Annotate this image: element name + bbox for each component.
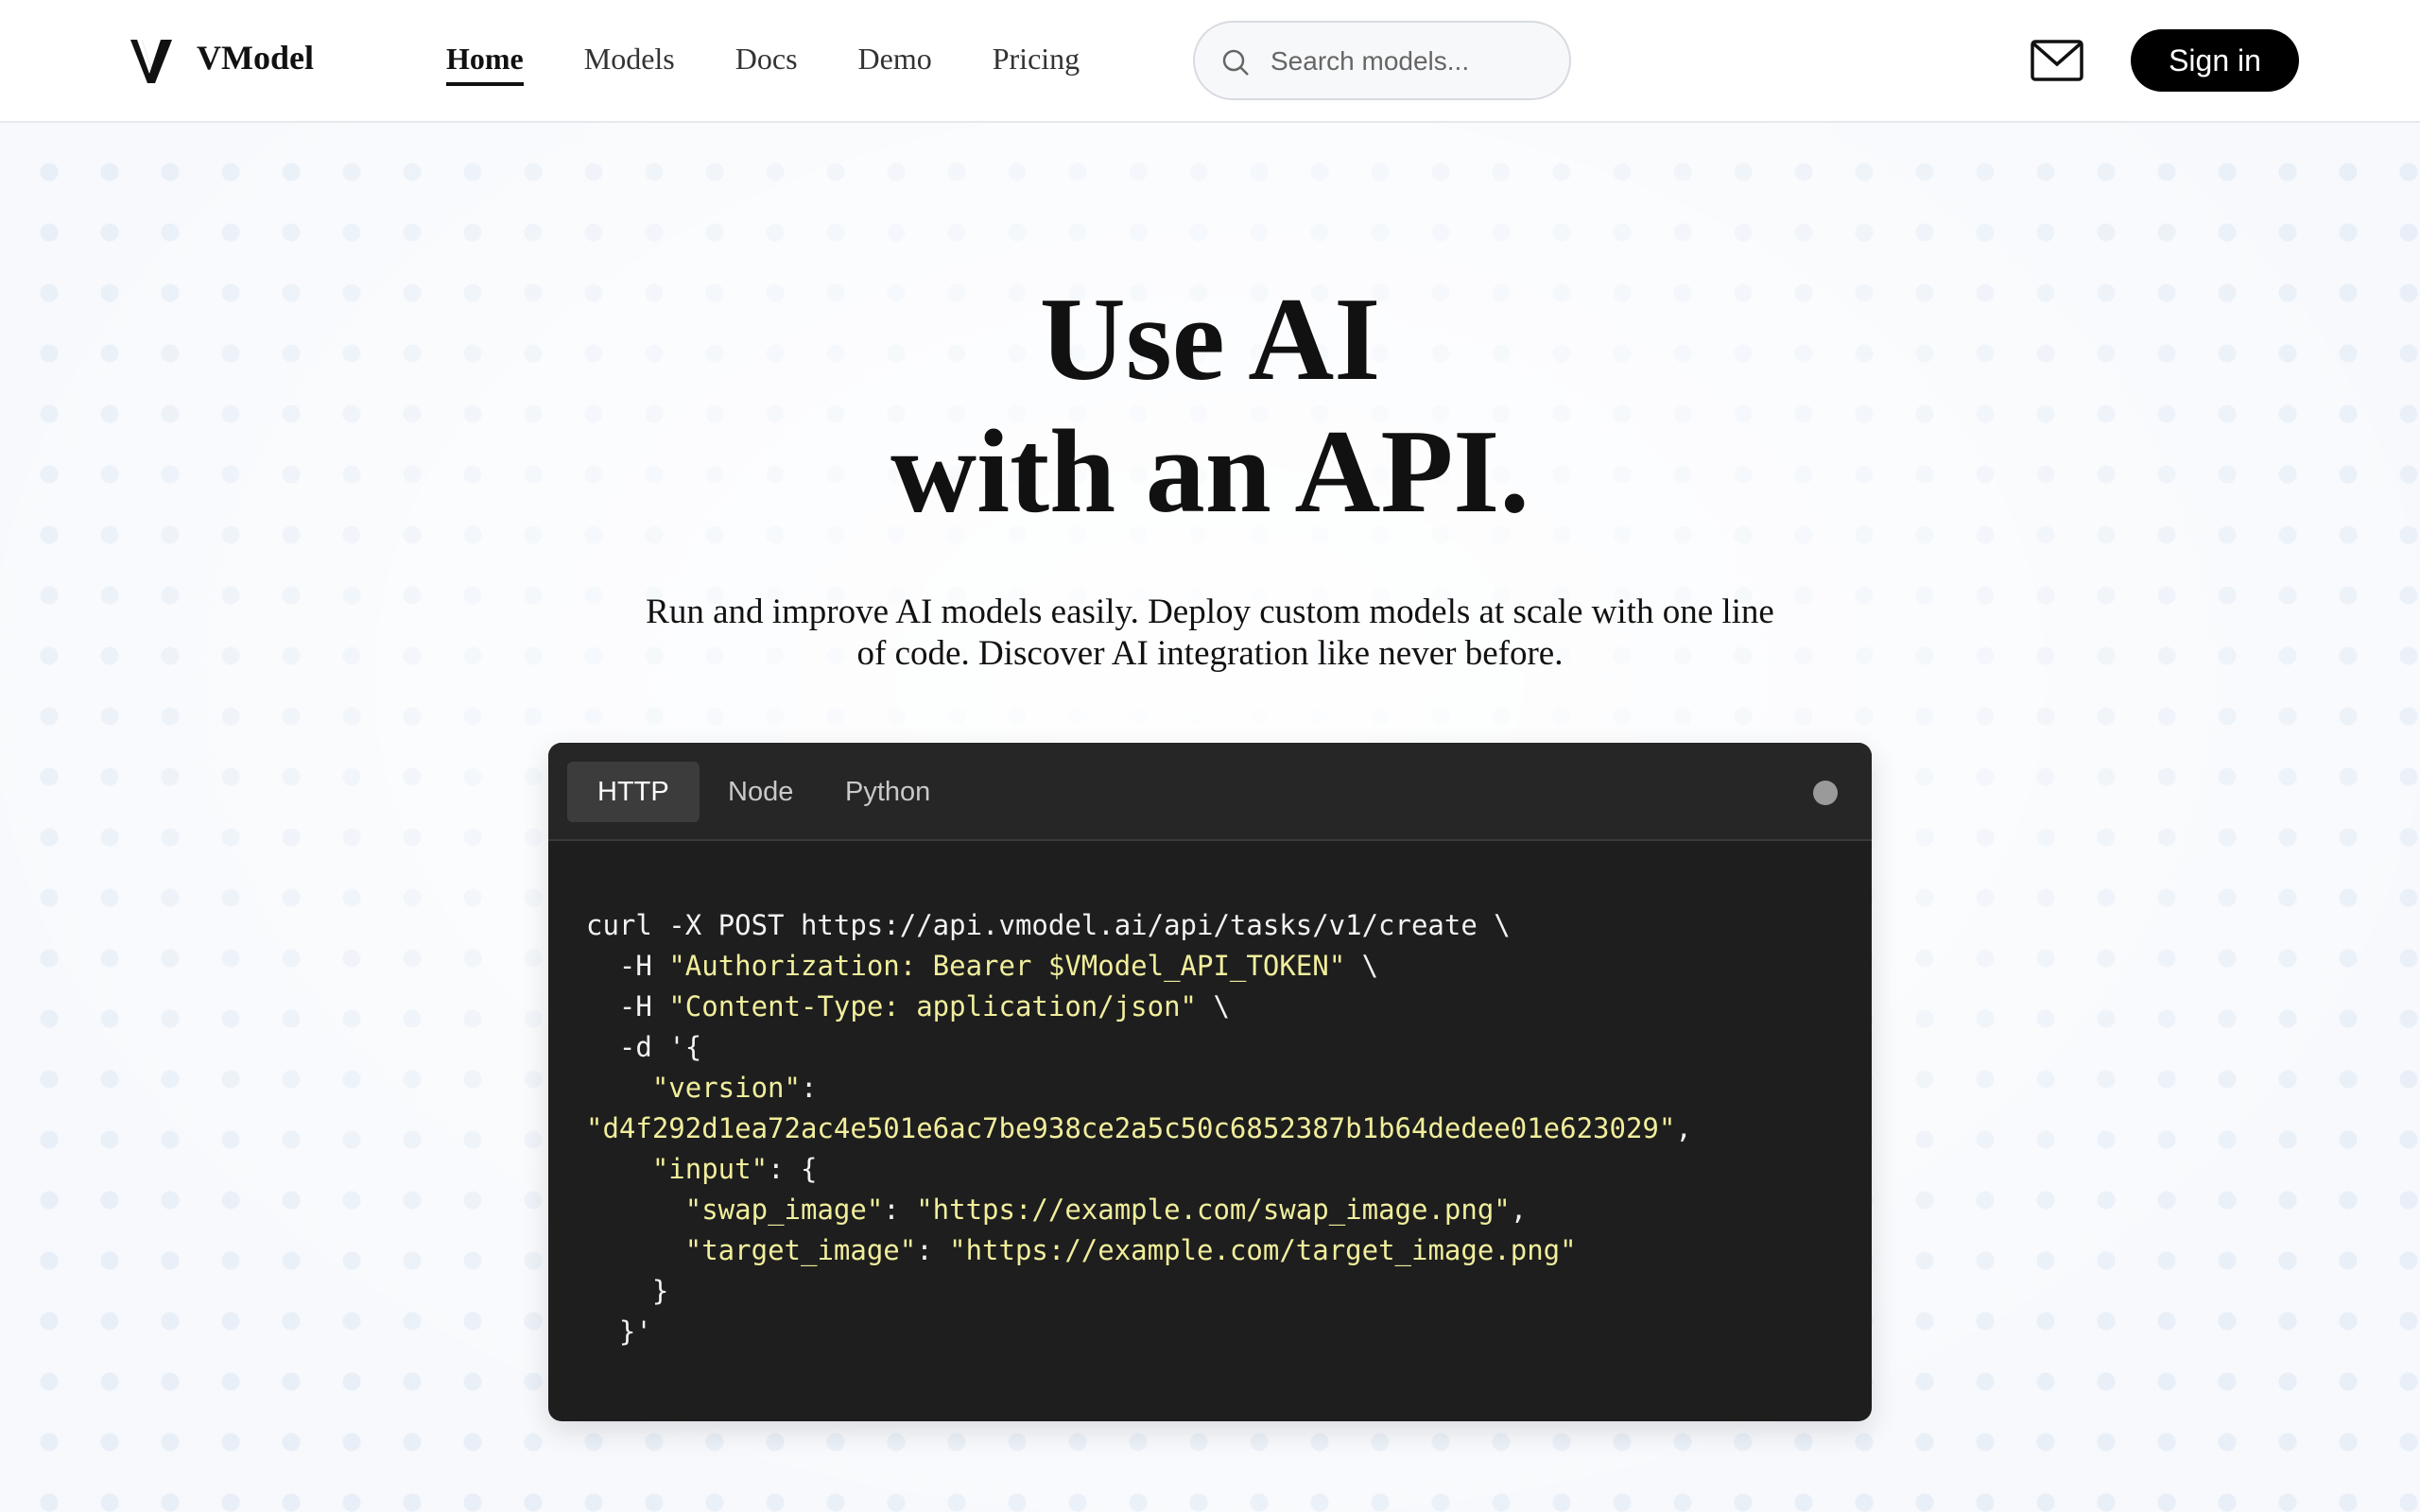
tab-node[interactable]: Node xyxy=(698,762,823,822)
sign-in-button[interactable]: Sign in xyxy=(2131,29,2299,92)
hero-section: Use AI with an API. Run and improve AI m… xyxy=(0,274,2420,675)
code-tabs: HTTP Node Python xyxy=(548,743,1872,841)
main-nav: Home Models Docs Demo Pricing xyxy=(446,42,1140,86)
code-line: -H "Authorization: Bearer $VModel_API_TO… xyxy=(586,950,1379,982)
hero-title: Use AI with an API. xyxy=(0,274,2420,539)
brand-name[interactable]: VModel xyxy=(197,38,314,77)
code-line: "swap_image": "https://example.com/swap_… xyxy=(684,1194,1528,1226)
code-line: "input": { xyxy=(651,1153,818,1185)
code-line: }' xyxy=(586,1315,652,1348)
code-line: -d '{ xyxy=(586,1031,702,1063)
code-line: } xyxy=(586,1275,669,1307)
tab-python[interactable]: Python xyxy=(815,762,960,822)
nav-home[interactable]: Home xyxy=(446,42,524,86)
code-line: "d4f292d1ea72ac4e501e6ac7be938ce2a5c50c6… xyxy=(586,1112,1692,1144)
tab-http[interactable]: HTTP xyxy=(567,762,700,822)
code-line: "version": xyxy=(651,1072,818,1104)
search-input[interactable] xyxy=(1270,38,1554,85)
code-line: curl -X POST https://api.vmodel.ai/api/t… xyxy=(586,909,1511,941)
code-line: "target_image": "https://example.com/tar… xyxy=(684,1234,1577,1266)
top-navbar: VModel Home Models Docs Demo Pricing Sig… xyxy=(0,0,2420,123)
nav-docs[interactable]: Docs xyxy=(735,42,798,86)
code-block: curl -X POST https://api.vmodel.ai/api/t… xyxy=(586,905,1692,1352)
status-dot-icon xyxy=(1813,781,1838,805)
code-line: -H "Content-Type: application/json" \ xyxy=(586,990,1230,1022)
hero-subtitle: Run and improve AI models easily. Deploy… xyxy=(646,593,1774,673)
vmodel-logo-icon[interactable] xyxy=(129,36,174,85)
nav-demo[interactable]: Demo xyxy=(858,42,932,86)
hero-title-line2: with an API. xyxy=(890,406,1530,538)
code-sample-panel: HTTP Node Python curl -X POST https://ap… xyxy=(548,743,1872,1421)
search-icon xyxy=(1222,49,1249,76)
nav-models[interactable]: Models xyxy=(584,42,675,86)
search-box[interactable] xyxy=(1193,21,1571,100)
nav-pricing[interactable]: Pricing xyxy=(993,42,1080,86)
mail-icon[interactable] xyxy=(2031,38,2083,83)
hero-title-line1: Use AI xyxy=(1039,274,1381,405)
